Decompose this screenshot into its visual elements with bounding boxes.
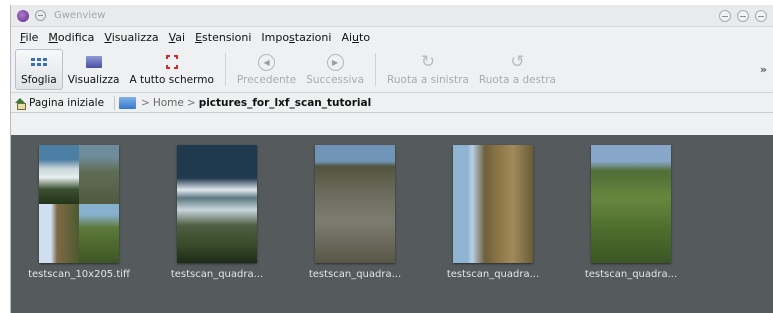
toolbar-overflow-button[interactable]: » [760, 63, 769, 76]
location-bar: Pagina iniziale > Home > pictures_for_lx… [11, 93, 773, 113]
thumbnail-label: testscan_10x205.tiff [28, 269, 130, 280]
menu-bar: File Modifica Visualizza Vai Estensioni … [11, 27, 773, 47]
rotate-left-button[interactable]: ↻ Ruota a sinistra [382, 49, 474, 90]
breadcrumb-arrow: > [141, 96, 150, 109]
thumbnail-image[interactable] [591, 145, 671, 263]
next-icon: ▶ [326, 53, 344, 71]
grid-icon [28, 53, 50, 71]
view-label: Visualizza [67, 74, 120, 86]
image-view-icon [83, 53, 105, 71]
toolbar-separator [224, 53, 226, 86]
thumbnail-image[interactable] [39, 145, 119, 263]
fullscreen-button[interactable]: A tutto schermo [124, 49, 218, 90]
previous-label: Precedente [236, 73, 297, 86]
next-label: Successiva [306, 73, 365, 86]
thumbnail-label: testscan_quadra... [584, 269, 678, 280]
menu-aiuto[interactable]: Aiuto [336, 31, 375, 44]
browse-button[interactable]: Sfoglia [15, 49, 63, 90]
thumbnail-item[interactable]: testscan_10x205.tiff [19, 145, 139, 280]
menu-visualizza[interactable]: Visualizza [99, 31, 163, 44]
menu-estensioni[interactable]: Estensioni [190, 31, 256, 44]
thumbnail-image[interactable] [453, 145, 533, 263]
thumbnail-image[interactable] [315, 145, 395, 263]
rotate-right-button[interactable]: ↺ Ruota a destra [474, 49, 561, 90]
fullscreen-icon [161, 53, 183, 71]
folder-icon[interactable] [119, 96, 137, 109]
thumbnail-item[interactable]: testscan_quadra... [433, 145, 553, 280]
home-icon [15, 97, 26, 110]
rotate-right-icon: ↺ [510, 52, 525, 72]
thumbnail-browser: testscan_10x205.tiff testscan_quadra... … [11, 135, 773, 313]
title-bar: Gwenview [11, 5, 773, 27]
breadcrumb-home[interactable]: Home [153, 97, 184, 109]
toolbar-separator [375, 53, 377, 86]
fullscreen-label: A tutto schermo [129, 74, 214, 86]
thumbnail-label: testscan_quadra... [446, 269, 540, 280]
menu-impostazioni[interactable]: Impostazioni [256, 31, 336, 44]
minimize-button[interactable] [719, 9, 731, 22]
menu-file[interactable]: File [15, 31, 43, 44]
main-toolbar: Sfoglia Visualizza A tutto schermo ◀ Pre… [11, 47, 773, 93]
thumbnail-image[interactable] [177, 145, 257, 263]
window-title: Gwenview [54, 10, 106, 21]
thumbnail-label: testscan_quadra... [308, 269, 402, 280]
menu-vai[interactable]: Vai [164, 31, 190, 44]
start-page-link[interactable]: Pagina iniziale [29, 97, 104, 109]
browse-label: Sfoglia [21, 74, 57, 86]
gwenview-window: Gwenview File Modifica Visualizza Vai Es… [10, 5, 773, 313]
window-menu-button[interactable] [35, 10, 46, 21]
breadcrumb-current-folder[interactable]: pictures_for_lxf_scan_tutorial [199, 97, 372, 109]
previous-button[interactable]: ◀ Precedente [232, 49, 301, 90]
rotate-right-label: Ruota a destra [478, 74, 556, 86]
close-button[interactable] [755, 9, 767, 22]
maximize-button[interactable] [737, 9, 749, 22]
thumbnail-item[interactable]: testscan_quadra... [157, 145, 277, 280]
thumbnail-item[interactable]: testscan_quadra... [571, 145, 691, 280]
rotate-left-icon: ↻ [420, 52, 436, 72]
menu-modifica[interactable]: Modifica [43, 31, 99, 44]
rotate-left-label: Ruota a sinistra [387, 74, 469, 86]
thumbnail-item[interactable]: testscan_quadra... [295, 145, 415, 280]
next-button[interactable]: ▶ Successiva [301, 49, 369, 90]
previous-icon: ◀ [258, 53, 276, 71]
location-separator [114, 95, 116, 110]
breadcrumb-arrow: > [186, 96, 196, 109]
thumbnail-label: testscan_quadra... [170, 269, 264, 280]
view-button[interactable]: Visualizza [63, 49, 125, 90]
gwenview-app-icon [17, 9, 29, 22]
